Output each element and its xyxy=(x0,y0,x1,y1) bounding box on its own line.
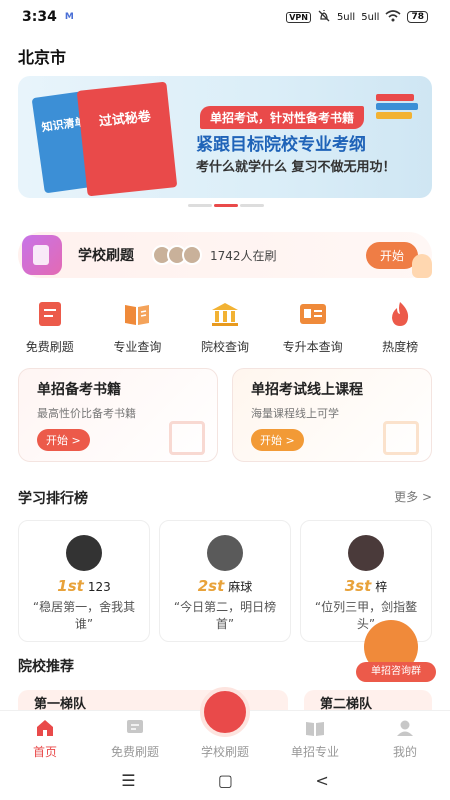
promo-card-courses[interactable]: 单招考试线上课程 海量课程线上可学 开始 > xyxy=(232,368,432,462)
pointing-hand-icon xyxy=(412,254,432,278)
city-selector[interactable]: 北京市 xyxy=(18,44,66,68)
banner-pagination xyxy=(188,204,264,207)
rank-name: 梓 xyxy=(375,580,388,594)
bottom-tab-bar: 首页 免费刷题 学校刷题 单招专业 我的 xyxy=(0,687,450,760)
tab-free-practice[interactable]: 免费刷题 xyxy=(90,711,180,760)
quick-action-label: 专升本查询 xyxy=(282,340,343,354)
tab-label: 单招专业 xyxy=(290,745,339,759)
avatar xyxy=(66,535,102,571)
back-icon[interactable]: < xyxy=(315,771,328,790)
rank-position: 3st xyxy=(344,577,372,595)
tab-school-practice[interactable]: 学校刷题 xyxy=(180,687,270,760)
quick-action-label: 热度榜 xyxy=(382,340,419,354)
banner-title: 紧跟目标院校专业考纲 xyxy=(196,135,366,155)
promo-card-books[interactable]: 单招备考书籍 最高性价比备考书籍 开始 > xyxy=(18,368,218,462)
quick-action-label: 院校查询 xyxy=(200,340,249,354)
consult-group-button[interactable]: 单招咨询群 xyxy=(356,620,436,686)
promo-start-button[interactable]: 开始 > xyxy=(37,429,90,451)
quick-action-upgrade-query[interactable]: 专升本查询 xyxy=(273,300,353,355)
pen-icon xyxy=(200,687,250,737)
signal-icon-2: 5ull xyxy=(361,11,380,23)
school-practice-title: 学校刷题 xyxy=(78,248,134,264)
ranking-title: 学习排行榜 xyxy=(18,491,88,507)
tab-label: 我的 xyxy=(392,745,417,759)
books-stack-icon xyxy=(376,94,418,120)
tab-label: 学校刷题 xyxy=(200,745,249,759)
home-button-icon[interactable]: ▢ xyxy=(218,771,233,790)
rank-position: 1st xyxy=(57,577,84,595)
school-icon xyxy=(211,303,238,326)
flame-icon xyxy=(392,302,409,326)
promo-title: 单招备考书籍 xyxy=(37,382,121,398)
rank-header: 2st 麻球 xyxy=(160,577,290,595)
tab-label: 首页 xyxy=(32,745,57,759)
book-cover-icon: 过试秘卷 xyxy=(76,81,178,197)
quiz-icon xyxy=(22,235,62,275)
quick-action-major-query[interactable]: 专业查询 xyxy=(97,300,177,355)
avatar xyxy=(207,535,243,571)
battery-icon: 78 xyxy=(407,11,428,23)
tab-home[interactable]: 首页 xyxy=(0,711,90,760)
rank-name: 麻球 xyxy=(228,580,253,594)
bookmark-icon xyxy=(169,421,205,455)
avatar-group xyxy=(152,245,202,265)
promo-subtitle: 最高性价比备考书籍 xyxy=(37,407,136,420)
rank-quote: “今日第二，明日榜首” xyxy=(173,600,277,631)
home-icon xyxy=(37,720,53,736)
banner-tag: 单招考试，针对性备考书籍 xyxy=(200,106,365,129)
tab-label: 免费刷题 xyxy=(110,745,159,759)
play-icon xyxy=(383,421,419,455)
rank-position: 2st xyxy=(197,577,225,595)
pagination-dot xyxy=(188,204,212,207)
vpn-icon: VPN xyxy=(286,11,311,23)
promo-title: 单招考试线上课程 xyxy=(251,382,363,398)
rank-header: 1st 123 xyxy=(19,577,149,595)
status-bar: 3:34 M VPN 5ull 5ull 78 xyxy=(0,0,450,34)
quick-action-label: 免费刷题 xyxy=(25,340,74,354)
book-icon xyxy=(306,722,324,736)
online-count: 1742人在刷 xyxy=(210,248,277,263)
mute-icon xyxy=(317,9,331,26)
consult-label: 单招咨询群 xyxy=(356,662,436,682)
school-practice-card[interactable]: 学校刷题 1742人在刷 开始 xyxy=(18,232,432,278)
system-nav-bar: ☰ ▢ < xyxy=(0,760,450,800)
quick-action-hot-list[interactable]: 热度榜 xyxy=(360,300,440,355)
ranking-more-link[interactable]: 更多 > xyxy=(394,488,432,505)
status-icons: VPN 5ull 5ull 78 xyxy=(286,9,428,26)
card-icon xyxy=(299,304,326,324)
wifi-icon xyxy=(385,9,401,25)
quick-action-label: 专业查询 xyxy=(113,340,162,354)
signal-icon-1: 5ull xyxy=(336,11,356,23)
book-icon xyxy=(125,305,150,325)
user-icon xyxy=(397,720,413,736)
pagination-dot-active xyxy=(214,204,238,207)
tab-profile[interactable]: 我的 xyxy=(360,711,450,760)
quick-actions: 免费刷题 专业查询 院校查询 专升本查询 热度榜 xyxy=(0,300,450,355)
status-time: 3:34 xyxy=(22,9,57,25)
quick-action-school-query[interactable]: 院校查询 xyxy=(185,300,265,355)
avatar xyxy=(348,535,384,571)
rank-card[interactable]: 1st 123 “稳居第一，舍我其谁” xyxy=(18,520,150,642)
avatar xyxy=(182,245,202,265)
rank-name: 123 xyxy=(87,580,111,594)
tab-majors[interactable]: 单招专业 xyxy=(270,711,360,760)
quick-action-free-practice[interactable]: 免费刷题 xyxy=(10,300,90,355)
promo-start-button[interactable]: 开始 > xyxy=(251,429,304,451)
rank-quote: “稳居第一，舍我其谁” xyxy=(32,600,136,631)
rank-card[interactable]: 2st 麻球 “今日第二，明日榜首” xyxy=(159,520,291,642)
chat-icon xyxy=(127,720,143,733)
rank-header: 3st 梓 xyxy=(301,577,431,595)
status-badge: M xyxy=(64,12,74,22)
pagination-dot xyxy=(240,204,264,207)
promo-banner[interactable]: 知识清单 过试秘卷 单招考试，针对性备考书籍 紧跟目标院校专业考纲 考什么就学什… xyxy=(18,76,432,198)
menu-icon[interactable]: ☰ xyxy=(121,771,135,790)
recommend-title: 院校推荐 xyxy=(18,659,74,675)
start-button[interactable]: 开始 xyxy=(365,242,418,269)
notebook-icon xyxy=(38,302,61,326)
banner-subtitle: 考什么就学什么 复习不做无用功！ xyxy=(196,160,396,175)
recommend-card-peek[interactable]: 第二梯队 xyxy=(304,690,432,712)
promo-subtitle: 海量课程线上可学 xyxy=(251,407,339,420)
